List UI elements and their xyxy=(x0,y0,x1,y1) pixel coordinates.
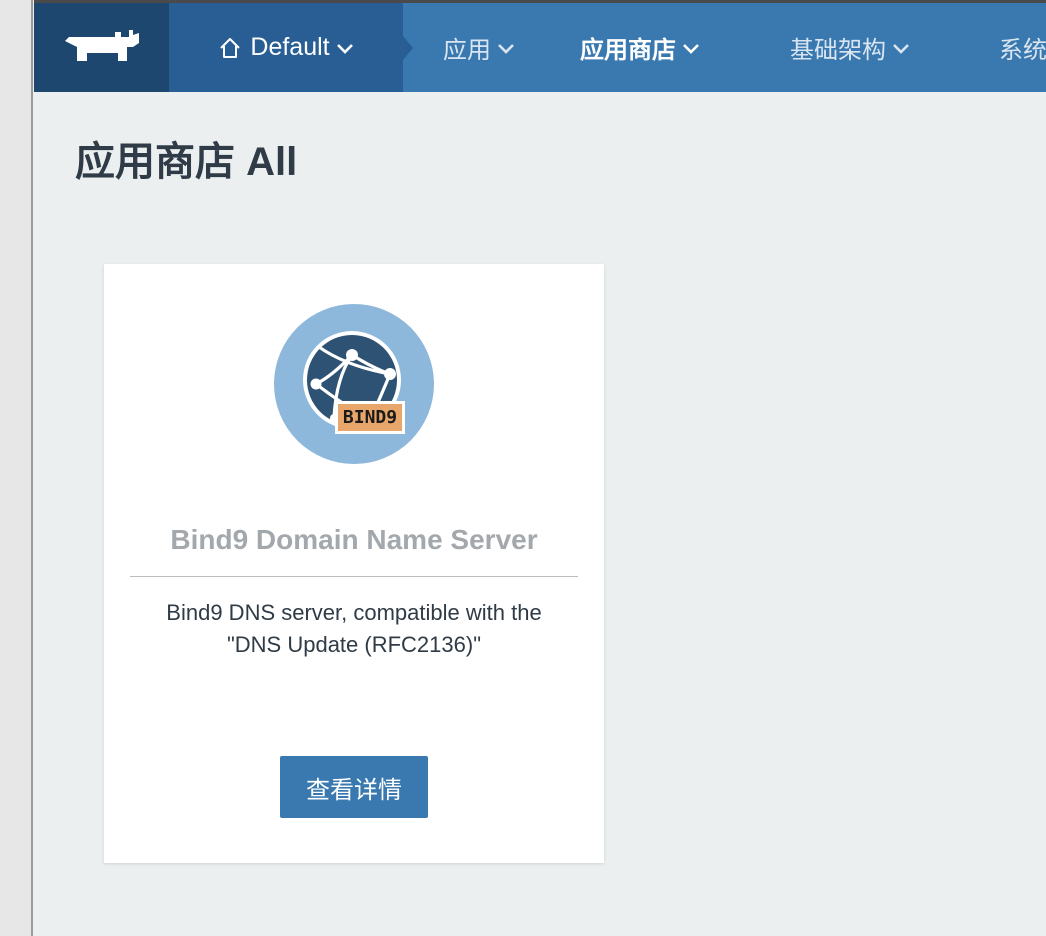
nav-item-infrastructure[interactable]: 基础架构 xyxy=(790,3,910,92)
view-details-button[interactable]: 查看详情 xyxy=(280,756,428,818)
top-navigation-bar: Default 应用 应用商店 基础架构 系统 xyxy=(34,0,1046,92)
home-icon xyxy=(218,36,242,60)
chevron-down-icon xyxy=(682,39,700,57)
nav-item-label: 应用商店 xyxy=(580,37,676,64)
card-title: Bind9 Domain Name Server xyxy=(170,524,538,555)
nav-item-label: 系统 xyxy=(999,37,1046,64)
nav-item-label: 基础架构 xyxy=(790,37,886,64)
card-description: Bind9 DNS server, compatible with the "D… xyxy=(166,600,542,657)
window-edge xyxy=(0,0,33,936)
catalog-card: BIND9 Bind9 Domain Name Server Bind9 DNS… xyxy=(104,264,604,863)
rancher-logo[interactable] xyxy=(34,3,169,92)
environment-label: Default xyxy=(250,33,330,61)
chevron-down-icon xyxy=(336,39,354,57)
card-divider xyxy=(130,576,578,577)
page-title: 应用商店 All xyxy=(75,140,298,184)
nav-item-label: 应用 xyxy=(443,37,491,64)
nav-item-system[interactable]: 系统 xyxy=(999,3,1046,92)
bind9-logo-text: BIND9 xyxy=(342,407,398,428)
nav-item-catalog[interactable]: 应用商店 xyxy=(580,3,700,92)
chevron-down-icon xyxy=(497,39,515,57)
cow-logo-icon xyxy=(64,29,139,61)
bind9-logo xyxy=(274,304,434,464)
environment-arrow xyxy=(403,36,413,60)
environment-dropdown[interactable]: Default xyxy=(169,3,403,92)
chevron-down-icon xyxy=(892,39,910,57)
nav-item-apps[interactable]: 应用 xyxy=(443,3,515,92)
